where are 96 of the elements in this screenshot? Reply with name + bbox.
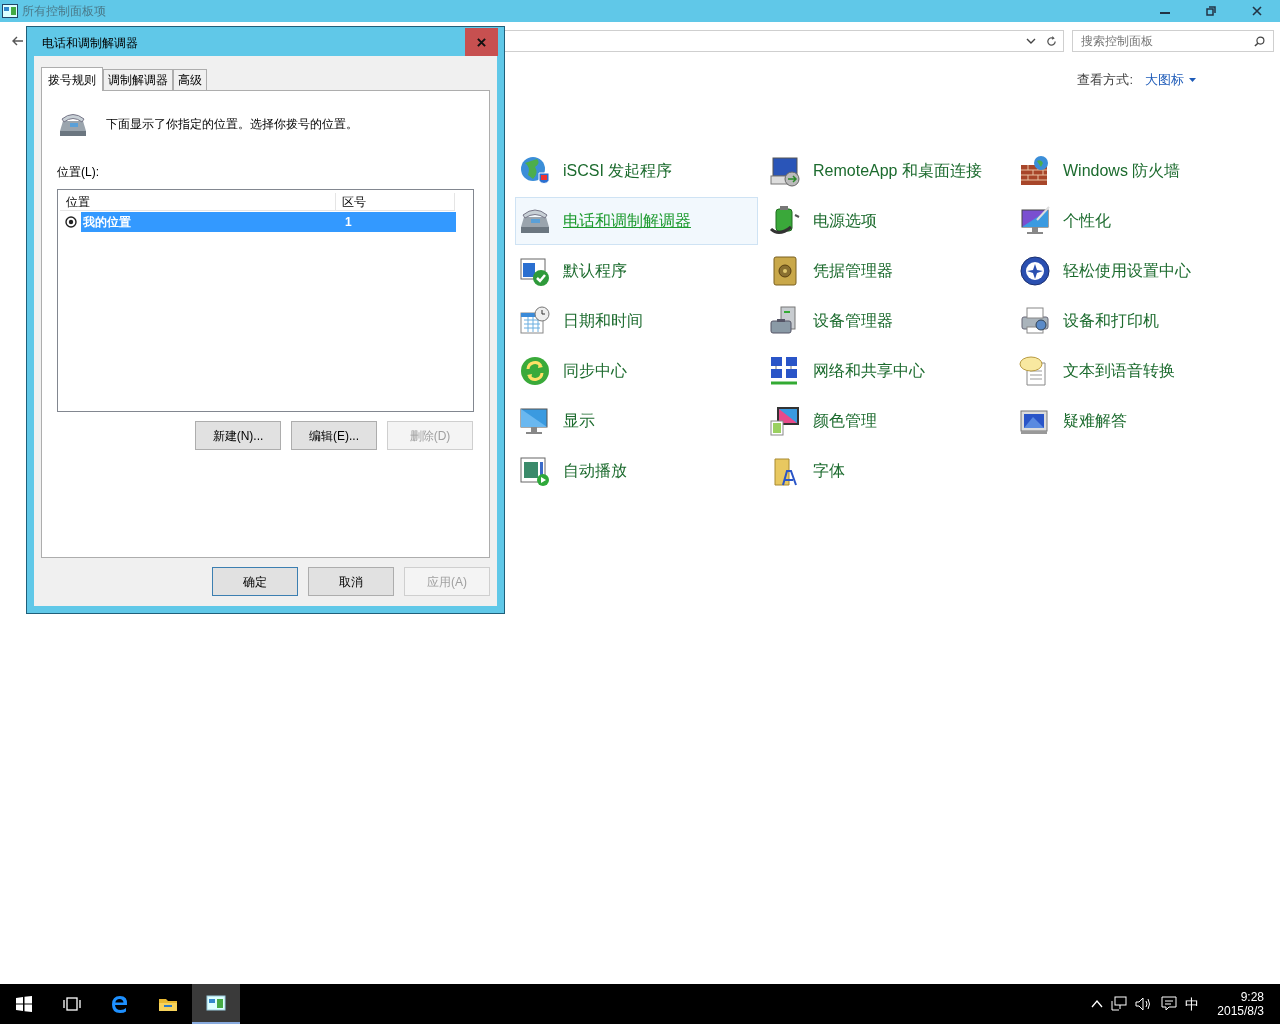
- table-cell-text: 我的位置: [82, 214, 132, 231]
- control-panel-item[interactable]: 日期和时间: [515, 297, 758, 345]
- item-label: 电话和调制解调器: [563, 211, 691, 231]
- column-header[interactable]: 区号: [336, 193, 455, 210]
- task-view-icon: [62, 994, 82, 1014]
- dropdown-arrow-icon: [1189, 78, 1196, 82]
- network-icon[interactable]: [1111, 996, 1128, 1012]
- item-label: 自动播放: [563, 461, 627, 481]
- clock-time[interactable]: 9:28: [1240, 990, 1264, 1004]
- item-label: RemoteApp 和桌面连接: [813, 161, 982, 181]
- item-label: 凭据管理器: [813, 261, 893, 281]
- item-label: 疑难解答: [1063, 411, 1127, 431]
- search-input: 搜索控制面板: [1081, 32, 1254, 50]
- control-panel-item[interactable]: 颜色管理: [765, 397, 1008, 445]
- item-label: 设备和打印机: [1063, 311, 1159, 331]
- control-panel-icon: [2, 4, 18, 18]
- close-icon: [477, 37, 486, 47]
- control-panel-item[interactable]: 个性化: [1015, 197, 1258, 245]
- item-label: 日期和时间: [563, 311, 643, 331]
- control-panel-item[interactable]: Windows 防火墙: [1015, 147, 1258, 195]
- windows-logo-icon: [14, 994, 34, 1014]
- control-panel-item[interactable]: 设备和打印机: [1015, 297, 1258, 345]
- tab[interactable]: 调制解调器: [103, 69, 173, 90]
- item-label: 文本到语音转换: [1063, 361, 1175, 381]
- description-text: 下面显示了你指定的位置。选择你拨号的位置。: [106, 116, 358, 133]
- close-button[interactable]: [465, 28, 498, 56]
- tab[interactable]: 高级: [173, 69, 207, 90]
- item-label: 默认程序: [563, 261, 627, 281]
- control-panel-item[interactable]: 显示: [515, 397, 758, 445]
- item-label: 设备管理器: [813, 311, 893, 331]
- item-label: iSCSI 发起程序: [563, 161, 673, 181]
- view-by-label: 查看方式:: [1077, 71, 1133, 90]
- dialog-button[interactable]: 确定: [212, 567, 298, 596]
- calendar-clock-icon: [519, 305, 551, 337]
- chevron-up-icon[interactable]: [1091, 1000, 1104, 1008]
- telephone-icon: [58, 111, 88, 137]
- control-panel-item[interactable]: iSCSI 发起程序: [515, 147, 758, 195]
- back-arrow-icon[interactable]: [12, 36, 24, 46]
- control-panel-item[interactable]: 自动播放: [515, 447, 758, 495]
- control-panel-item[interactable]: 凭据管理器: [765, 247, 1008, 295]
- control-panel-item[interactable]: 网络和共享中心: [765, 347, 1008, 395]
- restore-icon: [1206, 6, 1216, 16]
- taskbar-button[interactable]: [192, 984, 240, 1024]
- close-icon: [1252, 6, 1262, 16]
- notification-icon[interactable]: [1161, 996, 1178, 1012]
- monitor-pen-icon: [1019, 205, 1051, 237]
- highlighted-item[interactable]: 电话和调制解调器: [515, 197, 758, 245]
- dialog-button[interactable]: 新建(N)...: [195, 421, 281, 450]
- control-panel-item[interactable]: 设备管理器: [765, 297, 1008, 345]
- clock-date[interactable]: 2015/8/3: [1217, 1004, 1264, 1018]
- control-panel-item[interactable]: 电源选项: [765, 197, 1008, 245]
- search-field[interactable]: 搜索控制面板: [1072, 30, 1274, 52]
- address-field[interactable]: [504, 30, 1064, 52]
- control-panel-item[interactable]: RemoteApp 和桌面连接: [765, 147, 1008, 195]
- globe-shield-icon: [519, 155, 551, 187]
- search-icon: [1254, 35, 1265, 47]
- item-label: 字体: [813, 461, 845, 481]
- item-label: 颜色管理: [813, 411, 877, 431]
- printer-camera-icon: [1019, 305, 1051, 337]
- monitor-arrow-icon: [769, 155, 801, 187]
- tab[interactable]: 拨号规则: [41, 67, 103, 91]
- location-marker-icon: [65, 216, 77, 228]
- dialog-button[interactable]: 编辑(E)...: [291, 421, 377, 450]
- window-title: 所有控制面板项: [22, 3, 106, 20]
- item-label: 电源选项: [813, 211, 877, 231]
- item-label: 显示: [563, 411, 595, 431]
- view-by-dropdown[interactable]: 大图标: [1145, 70, 1196, 90]
- column-header[interactable]: 位置: [60, 193, 336, 210]
- list-label: 位置(L):: [57, 164, 99, 181]
- refresh-icon[interactable]: [1046, 35, 1057, 47]
- item-label: 个性化: [1063, 211, 1111, 231]
- monitor-icon: [519, 405, 551, 437]
- brick-wall-globe-icon: [1019, 155, 1051, 187]
- control-panel-icon: [206, 993, 226, 1013]
- dropdown-icon[interactable]: [1026, 38, 1036, 44]
- control-panel-item[interactable]: 文本到语音转换: [1015, 347, 1258, 395]
- dialog-button[interactable]: 取消: [308, 567, 394, 596]
- item-label: 同步中心: [563, 361, 627, 381]
- control-panel-item[interactable]: 同步中心: [515, 347, 758, 395]
- control-panel-item[interactable]: 疑难解答: [1015, 397, 1258, 445]
- locations-list[interactable]: 位置 区号 我的位置 1: [57, 189, 474, 412]
- color-monitor-icon: [769, 405, 801, 437]
- input-method-indicator[interactable]: 中: [1185, 993, 1200, 1015]
- table-cell-text: 1: [344, 214, 353, 231]
- item-label: Windows 防火墙: [1063, 161, 1181, 181]
- control-panel-item[interactable]: 轻松使用设置中心: [1015, 247, 1258, 295]
- browser-e-icon: [110, 994, 130, 1014]
- autoplay-icon: [519, 455, 551, 487]
- battery-plug-icon: [769, 205, 801, 237]
- item-label: 轻松使用设置中心: [1063, 261, 1191, 281]
- dialog-title: 电话和调制解调器: [42, 35, 138, 52]
- control-panel-item[interactable]: 字体: [765, 447, 1008, 495]
- window-check-icon: [519, 255, 551, 287]
- control-panel-item[interactable]: 默认程序: [515, 247, 758, 295]
- sync-icon: [519, 355, 551, 387]
- item-label: 网络和共享中心: [813, 361, 925, 381]
